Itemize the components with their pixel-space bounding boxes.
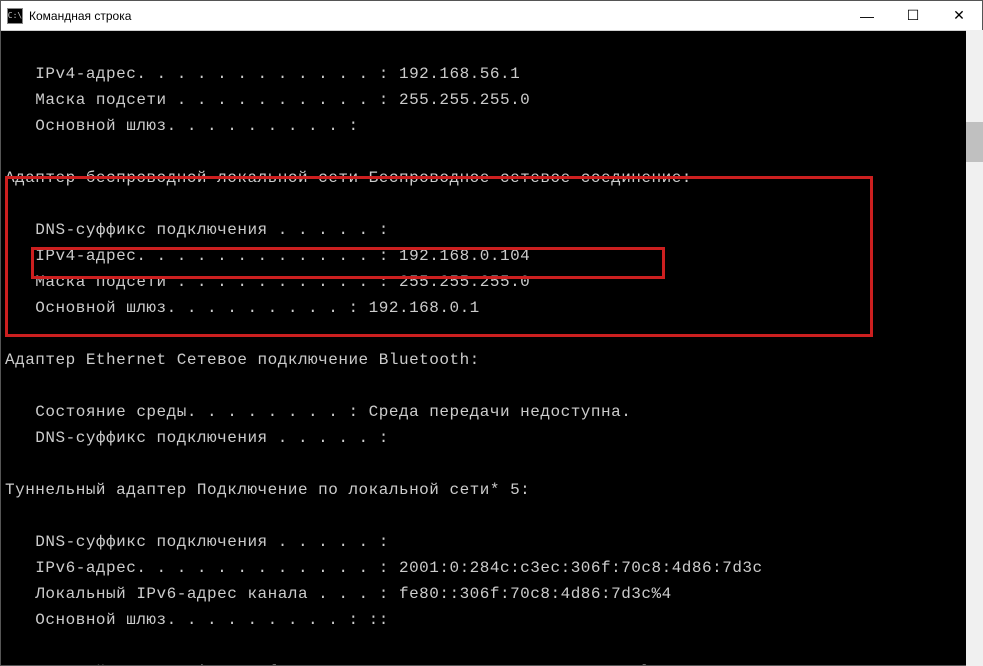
terminal-line: DNS-суффикс подключения . . . . . : <box>5 429 389 447</box>
minimize-button[interactable]: — <box>844 1 890 30</box>
app-icon: C:\ <box>7 8 23 24</box>
window-controls: — ☐ ✕ <box>844 1 982 30</box>
close-button[interactable]: ✕ <box>936 1 982 30</box>
terminal-line: DNS-суффикс подключения . . . . . : <box>5 533 389 551</box>
command-prompt-window: C:\ Командная строка — ☐ ✕ IPv4-адрес. .… <box>0 0 983 666</box>
terminal-line: Адаптер беспроводной локальной сети Бесп… <box>5 169 692 187</box>
terminal-line: DNS-суффикс подключения . . . . . : <box>5 221 389 239</box>
terminal-line: Туннельный адаптер isatap.{F2C3BCD6-E029… <box>5 663 662 665</box>
terminal-line: IPv4-адрес. . . . . . . . . . . . : 192.… <box>5 247 530 265</box>
terminal-output[interactable]: IPv4-адрес. . . . . . . . . . . . : 192.… <box>1 31 982 665</box>
scrollbar-thumb[interactable] <box>966 122 983 162</box>
terminal-line: Маска подсети . . . . . . . . . . : 255.… <box>5 91 530 109</box>
terminal-line: Состояние среды. . . . . . . . : Среда п… <box>5 403 631 421</box>
terminal-line: IPv4-адрес. . . . . . . . . . . . : 192.… <box>5 65 520 83</box>
terminal-line: Основной шлюз. . . . . . . . . : 192.168… <box>5 299 480 317</box>
titlebar: C:\ Командная строка — ☐ ✕ <box>1 1 982 31</box>
terminal-line: IPv6-адрес. . . . . . . . . . . . : 2001… <box>5 559 763 577</box>
terminal-line: Маска подсети . . . . . . . . . . : 255.… <box>5 273 530 291</box>
terminal-line: Основной шлюз. . . . . . . . . : <box>5 117 359 135</box>
terminal-line: Основной шлюз. . . . . . . . . : :: <box>5 611 389 629</box>
maximize-button[interactable]: ☐ <box>890 1 936 30</box>
window-title: Командная строка <box>29 9 844 23</box>
terminal-line: Адаптер Ethernet Сетевое подключение Blu… <box>5 351 480 369</box>
terminal-line: Локальный IPv6-адрес канала . . . : fe80… <box>5 585 672 603</box>
terminal-line: Туннельный адаптер Подключение по локаль… <box>5 481 530 499</box>
scrollbar[interactable] <box>966 30 983 666</box>
